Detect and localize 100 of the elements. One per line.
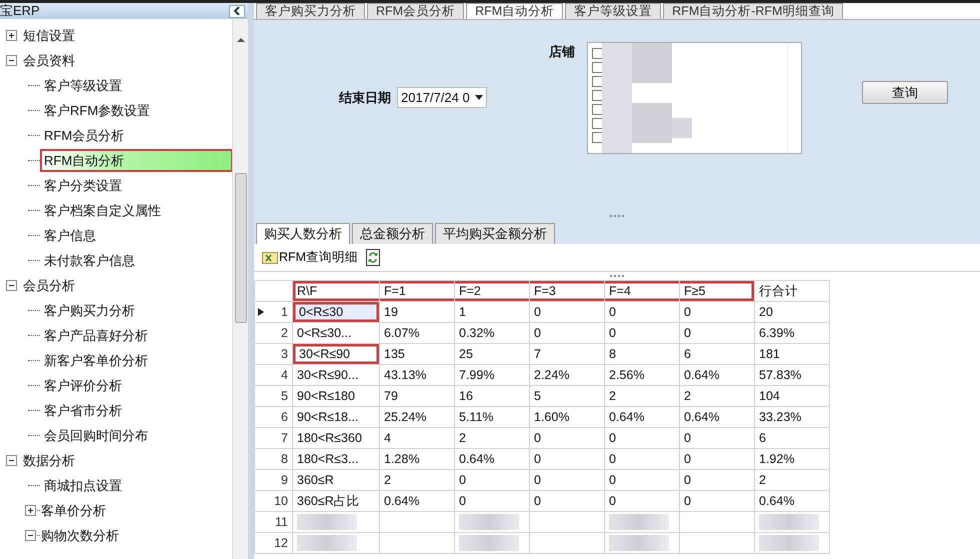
collapse-button[interactable] bbox=[229, 4, 245, 18]
store-checkbox[interactable] bbox=[592, 132, 603, 143]
table-cell: 30<R≤90... bbox=[292, 364, 380, 386]
store-checkbox[interactable] bbox=[592, 118, 603, 129]
table-cell: 0.64% bbox=[454, 448, 530, 470]
analysis-tab[interactable]: 总金额分析 bbox=[352, 223, 433, 244]
tree-item[interactable]: 客户购买力分析 bbox=[41, 300, 138, 322]
table-cell: 33.23% bbox=[754, 406, 830, 428]
table-cell: 0 bbox=[604, 470, 680, 490]
table-cell: 0 bbox=[680, 428, 754, 448]
refresh-icon[interactable] bbox=[366, 249, 380, 266]
table-cell: 2 bbox=[380, 470, 454, 490]
tree-item[interactable]: 会员资料 bbox=[20, 50, 78, 72]
analysis-tab[interactable]: 平均购买金额分析 bbox=[435, 223, 555, 244]
collapse-icon[interactable] bbox=[6, 55, 17, 66]
collapse-icon[interactable] bbox=[25, 530, 36, 541]
document-tab[interactable]: RFM会员分析 bbox=[367, 3, 464, 19]
tree-item[interactable]: 客单价分析 bbox=[38, 500, 109, 522]
column-header[interactable]: 行合计 bbox=[754, 280, 830, 302]
tree-item[interactable]: 短信设置 bbox=[20, 24, 78, 46]
row-number: 9 bbox=[254, 470, 292, 490]
table-cell: 0 bbox=[604, 322, 680, 344]
column-header[interactable]: F=2 bbox=[454, 280, 530, 302]
tree-item[interactable]: 新客户客单价分析 bbox=[41, 350, 151, 372]
store-list[interactable] bbox=[587, 42, 802, 154]
field-label: 店铺 bbox=[549, 43, 575, 61]
table-cell: 1.92% bbox=[754, 448, 830, 470]
table-cell: 0 bbox=[530, 448, 604, 470]
table-cell: 0.64% bbox=[680, 406, 754, 428]
store-checkbox[interactable] bbox=[592, 104, 603, 115]
tree-item[interactable]: RFM会员分析 bbox=[41, 124, 128, 146]
table-cell: 19 bbox=[380, 302, 454, 322]
table-cell: 0 bbox=[680, 490, 754, 512]
table-cell: 0 bbox=[680, 322, 754, 344]
table-cell: 0.64% bbox=[380, 490, 454, 512]
table-cell: 16 bbox=[454, 386, 530, 406]
tree-item[interactable]: 会员回购时间分布 bbox=[41, 424, 151, 446]
table-cell: 0 bbox=[454, 490, 530, 512]
store-checkbox[interactable] bbox=[592, 76, 603, 87]
expand-icon[interactable] bbox=[6, 30, 17, 41]
dropdown-arrow-icon bbox=[475, 95, 483, 100]
tree-item[interactable]: 数据分析 bbox=[20, 450, 78, 472]
table-cell: 0 bbox=[604, 428, 680, 448]
table-cell: 5.11% bbox=[454, 406, 530, 428]
table-cell: 181 bbox=[754, 344, 830, 364]
row-number: 3 bbox=[254, 344, 292, 364]
tree-item[interactable]: 客户评价分析 bbox=[41, 374, 125, 396]
tree-item[interactable]: 客户档案自定义属性 bbox=[41, 200, 164, 222]
tree-item[interactable]: 客户分类设置 bbox=[41, 174, 125, 196]
column-header[interactable]: F=1 bbox=[380, 280, 454, 302]
table-cell: 0 bbox=[680, 470, 754, 490]
table-cell: 360≤R bbox=[292, 470, 380, 490]
collapse-icon[interactable] bbox=[6, 455, 17, 466]
table-cell: 1.60% bbox=[530, 406, 604, 428]
scroll-thumb[interactable] bbox=[234, 173, 246, 323]
column-header[interactable]: F=3 bbox=[530, 280, 604, 302]
row-number: 6 bbox=[254, 406, 292, 428]
date-dropdown[interactable]: 2017/7/24 0 bbox=[397, 87, 487, 108]
table-cell: 0 bbox=[530, 322, 604, 344]
scroll-up-icon[interactable] bbox=[236, 37, 244, 43]
store-checkbox[interactable] bbox=[592, 62, 603, 73]
document-tab[interactable]: RFM自动分析-RFM明细查询 bbox=[663, 3, 844, 19]
tree-item[interactable]: RFM自动分析 bbox=[41, 150, 232, 172]
query-button[interactable]: 查询 bbox=[862, 81, 948, 104]
document-tab[interactable]: RFM自动分析 bbox=[466, 3, 564, 19]
tree-item[interactable]: 客户等级设置 bbox=[41, 74, 125, 96]
analysis-tab[interactable]: 购买人数分析 bbox=[256, 223, 350, 244]
table-cell: 360≤R占比 bbox=[292, 490, 380, 512]
store-checkbox[interactable] bbox=[592, 90, 603, 101]
table-cell: 0 bbox=[680, 448, 754, 470]
table-cell: 7.99% bbox=[454, 364, 530, 386]
store-checkbox[interactable] bbox=[592, 48, 603, 59]
table-cell: 104 bbox=[754, 386, 830, 406]
table-cell: 0 bbox=[680, 302, 754, 322]
scrollbar[interactable] bbox=[232, 19, 248, 559]
table-cell: 135 bbox=[380, 344, 454, 364]
tree-item[interactable]: 客户产品喜好分析 bbox=[41, 324, 151, 346]
detail-button[interactable]: RFM查询明细 bbox=[262, 248, 358, 267]
collapse-icon[interactable] bbox=[6, 280, 17, 291]
table-cell: 0.32% bbox=[454, 322, 530, 344]
document-tab[interactable]: 客户购买力分析 bbox=[256, 3, 365, 19]
field-label: 结束日期 bbox=[339, 88, 391, 107]
column-header[interactable]: R\F bbox=[292, 280, 380, 302]
tree-item[interactable]: 客户省市分析 bbox=[41, 400, 125, 422]
table-cell: 0 bbox=[604, 448, 680, 470]
expand-icon[interactable] bbox=[25, 505, 36, 516]
tree-item[interactable]: 会员分析 bbox=[20, 274, 78, 296]
tree-item[interactable]: 购物次数分析 bbox=[38, 524, 122, 546]
tree-item[interactable]: 客户RFM参数设置 bbox=[41, 100, 154, 122]
tree-item[interactable]: 未付款客户信息 bbox=[41, 250, 138, 272]
table-cell: 2.24% bbox=[530, 364, 604, 386]
tree-item[interactable]: 客户信息 bbox=[41, 224, 99, 246]
table-cell: 6.07% bbox=[380, 322, 454, 344]
tree-item[interactable]: 商城扣点设置 bbox=[41, 474, 125, 496]
table-cell: 0 bbox=[530, 302, 604, 322]
column-header[interactable]: F=4 bbox=[604, 280, 680, 302]
document-tab[interactable]: 客户等级设置 bbox=[565, 3, 662, 19]
table-cell: 6.39% bbox=[754, 322, 830, 344]
column-header[interactable]: F≥5 bbox=[680, 280, 754, 302]
row-number: 5 bbox=[254, 386, 292, 406]
